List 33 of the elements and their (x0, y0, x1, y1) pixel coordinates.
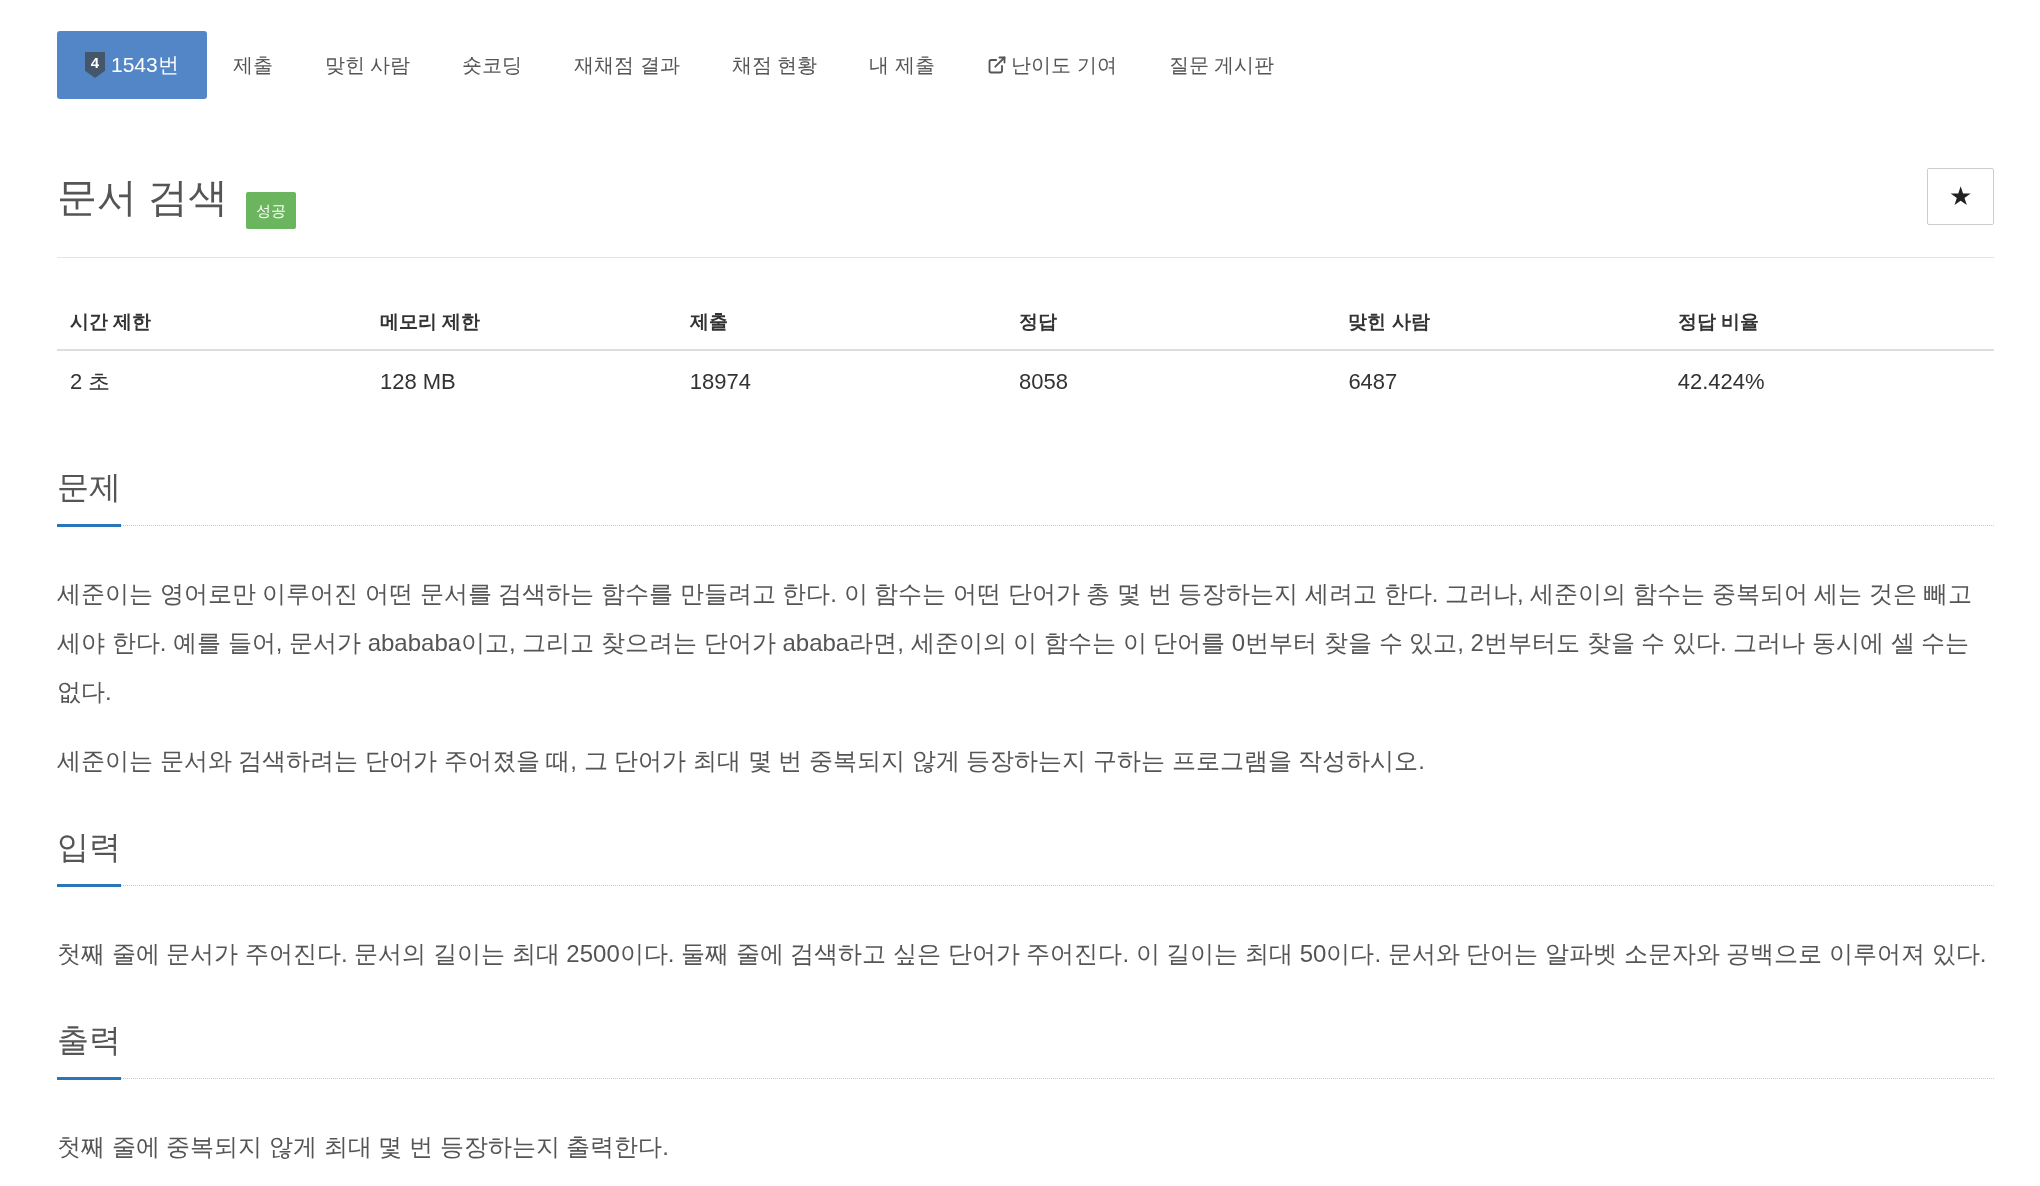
table-cell-text: 42.424% (1676, 367, 1766, 396)
nav-tab[interactable]: 재채점 결과 (548, 31, 706, 99)
column-header: 메모리 제한 (366, 295, 677, 351)
star-button[interactable]: ★ (1927, 168, 1994, 225)
nav-tab[interactable]: 숏코딩 (436, 31, 549, 99)
section-heading: 입력 (57, 827, 121, 887)
nav-tab[interactable]: 내 제출 (843, 31, 961, 99)
problem-paragraph: 첫째 줄에 문서가 주어진다. 문서의 길이는 최대 2500이다. 둘째 줄에 검색하고 싶은 단어가 주어진다. 이 길이는 최대 50이다. 문서와 단어는 알파벳 소문자와 공백으로 이루어져 있다. (57, 939, 1988, 969)
section-heading: 문제 (57, 467, 121, 527)
column-header: 시간 제한 (57, 295, 367, 351)
table-cell-text: 18974 (688, 367, 752, 396)
problem-paragraph: 세준이는 영어로만 이루어진 어떤 문서를 검색하는 함수를 만들려고 한다. 이 함수는 어떤 단어가 총 몇 번 등장하는지 세려고 한다. 그러나, 세준이의 함수는 중복되어 세는 것은 빼고 세야 한다. 예를 들어, 문서가 abababa이고, 그리고 찾으려는 단어가 ababa라면, 세준이의 이 함수는 이 단어를 0번부터 찾을 수 있고, 2번부터도 찾을 수 있다. 그러나 동시에 셀 수는 없다. (57, 579, 1973, 707)
table-cell-text: 128 MB (378, 367, 457, 396)
table-cell-text: 6487 (1347, 367, 1399, 396)
table-cell-text: 2 초 (69, 367, 112, 396)
external-link-icon (986, 55, 1007, 75)
table-cell-text: 8058 (1018, 367, 1070, 396)
problem-paragraph: 첫째 줄에 중복되지 않게 최대 몇 번 등장하는지 출력한다. (57, 1132, 670, 1162)
nav-tab[interactable]: 질문 게시판 (1142, 31, 1301, 99)
problem-title: 문서 검색 (57, 173, 229, 221)
nav-tab[interactable]: 제출 (206, 31, 299, 99)
column-header: 제출 (676, 295, 1007, 351)
problem-paragraph: 세준이는 문서와 검색하려는 단어가 주어졌을 때, 그 단어가 최대 몇 번 중복되지 않게 등장하는지 구하는 프로그램을 작성하시오. (57, 746, 1427, 776)
shield-badge: 4 (85, 52, 105, 78)
nav-tab[interactable]: 채점 현황 (705, 31, 844, 99)
column-header: 맞힌 사람 (1335, 295, 1665, 351)
column-header: 정답 (1006, 295, 1336, 351)
column-header: 정답 비율 (1664, 295, 1994, 351)
nav-tab[interactable]: 4 1543번 (57, 31, 207, 99)
status-badge: 성공 (246, 191, 297, 229)
section-heading: 출력 (57, 1020, 121, 1080)
nav-tab[interactable]: 난이도 기여 (960, 31, 1143, 99)
nav-tab[interactable]: 맞힌 사람 (298, 31, 437, 99)
